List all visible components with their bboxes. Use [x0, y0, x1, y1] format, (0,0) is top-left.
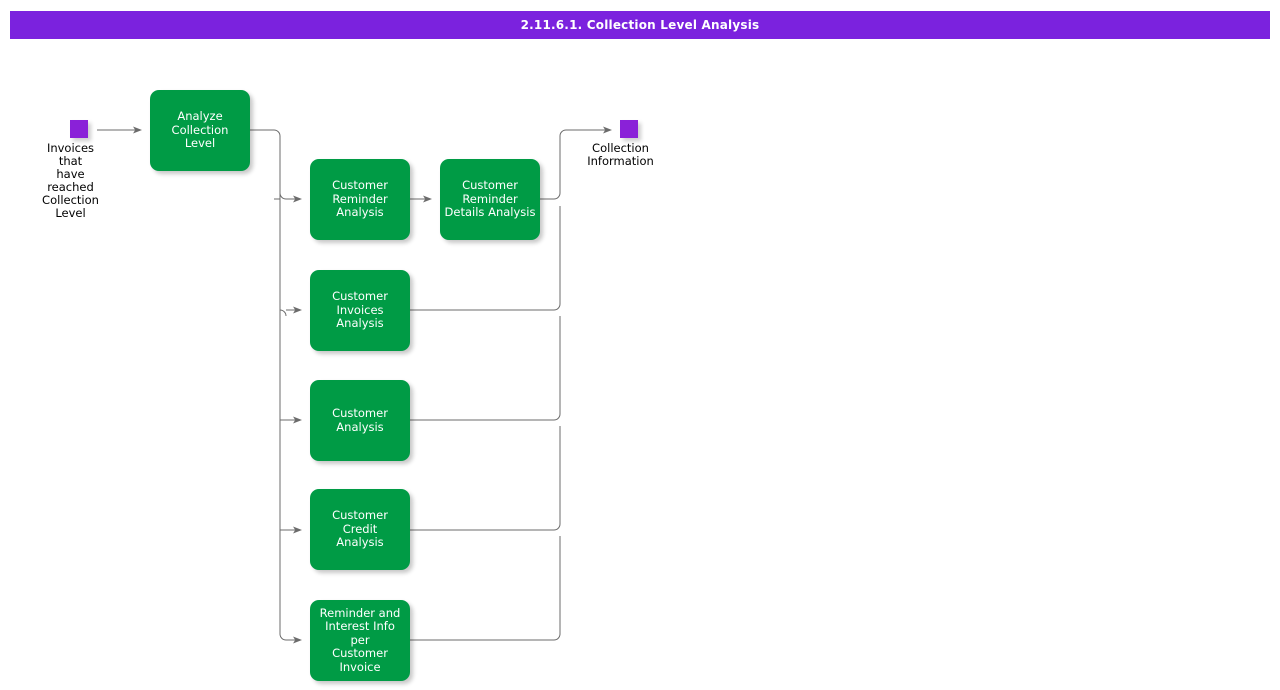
process-node-customer-reminder-details-analysis[interactable]: Customer Reminder Details Analysis	[440, 159, 540, 240]
io-node-invoices-reached-collection-level[interactable]: Invoices that have reached Collection Le…	[70, 120, 71, 121]
io-node-square-icon	[620, 120, 638, 138]
io-node-square-icon	[70, 120, 88, 138]
connector-line	[250, 130, 298, 640]
process-node-reminder-and-interest-info-per-customer-invoice[interactable]: Reminder and Interest Info per Customer …	[310, 600, 410, 681]
arrowhead-icon	[293, 527, 302, 534]
process-node-customer-invoices-analysis[interactable]: Customer Invoices Analysis	[310, 270, 410, 351]
process-node-customer-reminder-analysis[interactable]: Customer Reminder Analysis	[310, 159, 410, 240]
flowchart-canvas: 2.11.6.1. Collection Level Analysis Anal…	[0, 0, 1280, 690]
page-title: 2.11.6.1. Collection Level Analysis	[521, 19, 760, 31]
process-node-label: Analyze Collection Level	[168, 110, 233, 151]
process-node-analyze-collection-level[interactable]: Analyze Collection Level	[150, 90, 250, 171]
io-node-label: Collection Information	[587, 142, 654, 168]
io-node-label: Invoices that have reached Collection Le…	[42, 142, 99, 220]
connector-line	[410, 426, 560, 530]
connector-line	[280, 310, 298, 316]
process-node-customer-analysis[interactable]: Customer Analysis	[310, 380, 410, 461]
connector-line	[410, 316, 560, 420]
process-node-label: Customer Reminder Details Analysis	[441, 179, 540, 220]
process-node-label: Customer Credit Analysis	[328, 509, 392, 550]
connector-line	[410, 536, 560, 640]
process-node-label: Customer Reminder Analysis	[328, 179, 392, 220]
process-node-customer-credit-analysis[interactable]: Customer Credit Analysis	[310, 489, 410, 570]
process-node-label: Reminder and Interest Info per Customer …	[310, 607, 410, 675]
page-header-bar: 2.11.6.1. Collection Level Analysis	[10, 11, 1270, 39]
connector-line	[274, 193, 298, 199]
arrowhead-icon	[133, 127, 142, 134]
process-node-label: Customer Analysis	[328, 407, 392, 434]
arrowhead-icon	[423, 196, 432, 203]
arrowhead-icon	[603, 127, 612, 134]
arrowhead-icon	[293, 196, 302, 203]
arrowhead-icon	[293, 637, 302, 644]
process-node-label: Customer Invoices Analysis	[328, 290, 392, 331]
arrowhead-icon	[293, 307, 302, 314]
arrowhead-icon	[293, 417, 302, 424]
io-node-collection-information[interactable]: Collection Information	[620, 120, 621, 121]
